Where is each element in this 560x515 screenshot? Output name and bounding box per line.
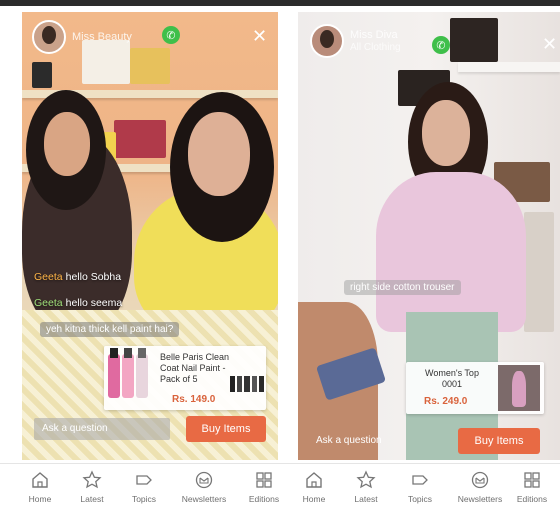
host-name: Miss Beauty [72, 30, 132, 43]
shelf-item [114, 120, 166, 158]
product-card[interactable]: Women's Top 0001 Rs. 249.0 [406, 362, 544, 414]
nav-label: Home [302, 494, 326, 504]
presenter-left-face [44, 112, 90, 176]
nav-item-newsletters[interactable]: Newsletters [176, 470, 232, 504]
chat-text: hello Sobha [65, 271, 122, 283]
editions-icon [256, 472, 272, 488]
chat-username: Geeta [34, 271, 63, 283]
product-thumbnail [498, 365, 540, 411]
newsletter-icon [471, 471, 489, 489]
nav-label: Editions [516, 494, 548, 504]
chat-message: Geeta hello Sobha [34, 270, 121, 284]
model-face [422, 100, 470, 166]
nav-label: Editions [248, 494, 280, 504]
tag-icon [136, 475, 152, 485]
host-header: Miss Beauty [32, 20, 132, 54]
editions-icon [524, 472, 540, 488]
host-header: Miss Diva All Clothing [310, 24, 401, 58]
whatsapp-icon[interactable]: ✆ [432, 36, 450, 54]
home-icon [32, 472, 48, 488]
live-stream-panel-left: Miss Beauty ✆ ✕ Geeta hello Sobha Geeta he… [22, 12, 278, 460]
nav-item-latest[interactable]: Latest [338, 470, 394, 504]
nav-label: Home [28, 494, 52, 504]
tag-icon [412, 475, 428, 485]
host-name: Miss Diva [350, 29, 398, 41]
home-icon [306, 472, 322, 488]
screenshot-frame: Miss Beauty ✆ ✕ Geeta hello Sobha Geeta he… [0, 0, 560, 515]
nav-item-home[interactable]: Home [12, 470, 68, 504]
close-icon[interactable]: ✕ [252, 26, 267, 47]
chat-text: right side cotton trouser [350, 282, 455, 293]
nav-item-editions[interactable]: Editions [236, 470, 292, 504]
whatsapp-icon[interactable]: ✆ [162, 26, 180, 44]
nav-item-topics[interactable]: Topics [116, 470, 172, 504]
buy-items-button[interactable]: Buy Items [186, 416, 266, 442]
product-thumbnail [230, 376, 265, 392]
nav-item-editions[interactable]: Editions [504, 470, 560, 504]
chat-text: hello seema [65, 297, 123, 309]
nav-item-home[interactable]: Home [286, 470, 342, 504]
nav-item-newsletters[interactable]: Newsletters [452, 470, 508, 504]
star-icon [356, 470, 376, 489]
presenter-right-face [188, 112, 250, 196]
nav-label: Topics [407, 494, 433, 504]
chat-message-highlight: yeh kitna thick kell paint hai? [40, 322, 180, 337]
nav-item-topics[interactable]: Topics [392, 470, 448, 504]
host-subtitle: All Clothing [350, 42, 401, 53]
nail-paint-bottles-image [106, 348, 158, 402]
nav-label: Latest [80, 494, 104, 504]
product-title: Belle Paris Clean Coat Nail Paint - Pack… [160, 352, 230, 384]
host-avatar[interactable] [310, 24, 344, 58]
buy-items-button[interactable]: Buy Items [458, 428, 540, 454]
shelf-item [524, 212, 554, 332]
shelf-item [450, 18, 498, 62]
product-price: Rs. 149.0 [172, 394, 216, 405]
close-icon[interactable]: ✕ [542, 34, 557, 55]
live-stream-panel-right: Miss Diva All Clothing ✆ ✕ right side co… [298, 12, 560, 460]
nav-item-latest[interactable]: Latest [64, 470, 120, 504]
chat-text: yeh kitna thick kell paint hai? [46, 324, 174, 335]
product-price: Rs. 249.0 [424, 396, 468, 407]
model-floral-top [376, 172, 526, 332]
star-icon [82, 470, 102, 489]
product-card[interactable]: Belle Paris Clean Coat Nail Paint - Pack… [104, 346, 266, 410]
shelf-item [130, 48, 170, 84]
newsletter-icon [195, 471, 213, 489]
ask-question-input[interactable]: Ask a question [34, 418, 170, 440]
nav-label: Topics [131, 494, 157, 504]
bottom-nav-bar: Home Latest Topics Newsletters Editions … [0, 463, 560, 515]
product-title: Women's Top 0001 [425, 368, 479, 389]
nav-label: Newsletters [457, 494, 503, 504]
chat-message: Geeta hello seema [34, 296, 122, 310]
nav-label: Newsletters [181, 494, 227, 504]
chat-username: Geeta [34, 297, 63, 309]
host-avatar[interactable] [32, 20, 66, 54]
shelf [458, 62, 560, 72]
nav-label: Latest [354, 494, 378, 504]
chat-message-highlight: right side cotton trouser [344, 280, 461, 295]
ask-question-input[interactable]: Ask a question [308, 430, 428, 452]
top-strip [0, 0, 560, 6]
shelf-item [32, 62, 52, 88]
